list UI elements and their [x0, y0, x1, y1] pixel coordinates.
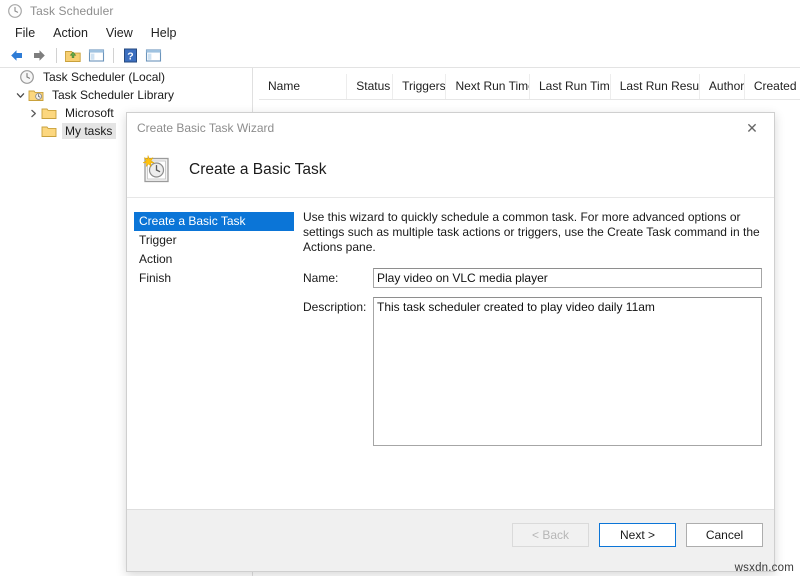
column-header-triggers[interactable]: Triggers — [393, 74, 447, 99]
watermark: wsxdn.com — [734, 562, 794, 574]
show-hide-action-pane-button[interactable] — [142, 45, 164, 66]
toolbar: ? — [0, 44, 800, 67]
chevron-right-icon[interactable] — [26, 105, 41, 121]
menu-item-action[interactable]: Action — [44, 24, 97, 42]
tree-item-task-scheduler-library[interactable]: Task Scheduler Library — [0, 86, 252, 104]
task-description-textarea[interactable] — [373, 297, 762, 446]
tree-item-task-scheduler-local[interactable]: Task Scheduler (Local) — [0, 68, 252, 86]
window-title: Task Scheduler — [30, 4, 114, 18]
wizard-step-trigger[interactable]: Trigger — [134, 231, 294, 250]
name-field-row: Name: — [303, 268, 762, 288]
twisty-placeholder — [4, 69, 19, 85]
show-hide-console-tree-button[interactable] — [85, 45, 107, 66]
name-label: Name: — [303, 271, 339, 285]
description-field-row: Description: — [303, 297, 762, 446]
description-label: Description: — [303, 300, 367, 314]
wizard-form: Use this wizard to quickly schedule a co… — [303, 210, 762, 455]
column-header-author[interactable]: Author — [700, 74, 745, 99]
wizard-title: Create Basic Task Wizard — [137, 121, 275, 135]
task-name-input[interactable] — [373, 268, 762, 288]
menu-item-help[interactable]: Help — [142, 24, 186, 42]
toolbar-separator-1 — [56, 48, 57, 63]
back-button[interactable] — [5, 45, 27, 66]
wizard-heading: Create a Basic Task — [189, 161, 327, 178]
back-button[interactable]: < Back — [512, 523, 589, 547]
menu-item-view[interactable]: View — [97, 24, 142, 42]
column-header-created[interactable]: Created — [745, 74, 800, 99]
menu-item-file[interactable]: File — [6, 24, 44, 42]
wizard-step-create-a-basic-task[interactable]: Create a Basic Task — [134, 212, 294, 231]
clock-star-icon — [139, 153, 173, 187]
clock-icon — [7, 3, 23, 19]
cancel-button[interactable]: Cancel — [686, 523, 763, 547]
chevron-down-icon[interactable] — [13, 87, 28, 103]
column-header-last-run-result[interactable]: Last Run Result — [611, 74, 700, 99]
wizard-step-list: Create a Basic Task Trigger Action Finis… — [134, 212, 294, 288]
clock-icon — [19, 69, 35, 85]
wizard-body: Create a Basic Task Trigger Action Finis… — [127, 198, 774, 509]
tree-item-label: Task Scheduler (Local) — [43, 70, 166, 84]
toolbar-separator-2 — [113, 48, 114, 63]
menu-bar: File Action View Help — [0, 23, 800, 43]
folder-icon — [41, 105, 57, 121]
wizard-title-bar: Create Basic Task Wizard — [127, 113, 774, 143]
forward-button[interactable] — [28, 45, 50, 66]
help-button[interactable]: ? — [119, 45, 141, 66]
wizard-step-action[interactable]: Action — [134, 250, 294, 269]
wizard-footer: < Back Next > Cancel — [127, 509, 774, 571]
wizard-intro-text: Use this wizard to quickly schedule a co… — [303, 210, 760, 254]
tree-item-label: My tasks — [62, 123, 117, 139]
svg-text:?: ? — [127, 50, 133, 62]
window-title-bar: Task Scheduler — [0, 0, 800, 22]
column-header-name[interactable]: Name — [259, 74, 348, 99]
column-header-next-run-time[interactable]: Next Run Time — [446, 74, 530, 99]
create-basic-task-wizard-dialog: Create Basic Task Wizard ✕ Create a Basi… — [126, 112, 775, 572]
up-one-level-button[interactable] — [62, 45, 84, 66]
library-folder-icon — [28, 87, 44, 103]
next-button[interactable]: Next > — [599, 523, 676, 547]
task-list-header: Name Status Triggers Next Run Time Last … — [259, 74, 800, 100]
column-header-status[interactable]: Status — [347, 74, 394, 99]
wizard-step-finish[interactable]: Finish — [134, 269, 294, 288]
wizard-header: Create a Basic Task — [127, 143, 774, 197]
twisty-placeholder — [26, 123, 41, 139]
wizard-button-strip: < Back Next > Cancel — [512, 523, 763, 547]
folder-icon — [41, 123, 57, 139]
task-scheduler-window: Task Scheduler File Action View Help ? T… — [0, 0, 800, 576]
tree-item-label: Microsoft — [65, 106, 114, 120]
tree-item-label: Task Scheduler Library — [52, 88, 175, 102]
close-icon[interactable]: ✕ — [730, 113, 774, 143]
column-header-last-run-time[interactable]: Last Run Time — [530, 74, 611, 99]
